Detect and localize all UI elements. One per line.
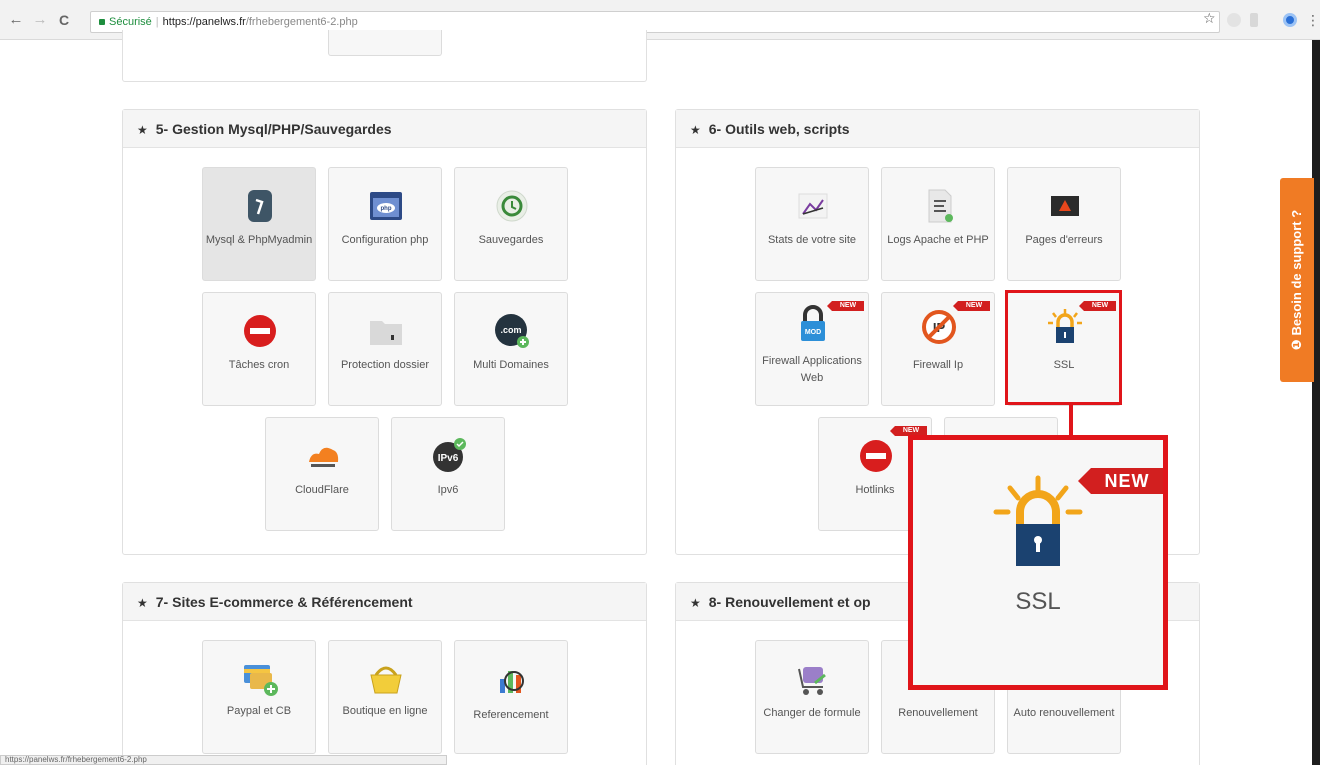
scrollbar[interactable] (1312, 40, 1320, 765)
tile-cloudflare[interactable]: CloudFlare (265, 417, 379, 531)
tile[interactable] (328, 30, 442, 56)
star-icon: ★ (690, 123, 701, 137)
url-host: https://panelws.fr (162, 16, 246, 28)
firewall-lock-icon: MOD (801, 305, 825, 341)
new-badge: NEW (827, 301, 864, 311)
tile-stats[interactable]: Stats de votre site (755, 167, 869, 281)
log-file-icon (928, 189, 953, 223)
forward-icon[interactable]: → (30, 10, 50, 30)
extension-icon[interactable] (1250, 13, 1258, 27)
status-bar: https://panelws.fr/frhebergement6-2.php (0, 755, 447, 765)
ipv6-icon: IPv6 (433, 438, 466, 472)
svg-text:MOD: MOD (805, 329, 821, 336)
folder-lock-icon (370, 321, 402, 345)
tile-multi-domaines[interactable]: .com Multi Domaines (454, 292, 568, 406)
ssl-label: SSL (1015, 588, 1061, 615)
back-icon[interactable]: ← (6, 10, 26, 30)
no-entry-icon (244, 315, 276, 347)
tile-sauvegardes[interactable]: Sauvegardes (454, 167, 568, 281)
php-window-icon: php (370, 192, 402, 220)
cart-icon (798, 667, 826, 695)
url-path: /frhebergement6-2.php (245, 16, 358, 28)
reload-icon[interactable]: C (54, 10, 74, 30)
bookmark-star-icon[interactable]: ☆ (1203, 10, 1216, 27)
section-ecommerce: ★ 7- Sites E-commerce & Référencement Pay… (122, 582, 647, 765)
tile-ipv6[interactable]: IPv6 Ipv6 (391, 417, 505, 531)
section-mysql: ★ 5- Gestion Mysql/PHP/Sauvegardes Mysql … (122, 109, 647, 555)
ip-blocked-icon: IP (922, 310, 956, 344)
section-title: ★ 5- Gestion Mysql/PHP/Sauvegardes (123, 110, 646, 148)
tile-taches-cron[interactable]: Tâches cron (202, 292, 316, 406)
no-entry-icon (860, 440, 892, 472)
tile-logs[interactable]: Logs Apache et PHP (881, 167, 995, 281)
tile-protection-dossier[interactable]: Protection dossier (328, 292, 442, 406)
section-title: ★ 6- Outils web, scripts (676, 110, 1199, 148)
tile-referencement[interactable]: Referencement (454, 640, 568, 754)
cloudflare-icon (309, 447, 339, 467)
tile-firewall-ip[interactable]: NEW IP Firewall Ip (881, 292, 995, 406)
warning-icon (1051, 196, 1079, 216)
callout-connector (1069, 405, 1073, 438)
info-icon: ❶ (1289, 339, 1304, 351)
tile-firewall-apps[interactable]: NEW MOD Firewall Applications Web (755, 292, 869, 406)
ssl-highlight-frame (1005, 290, 1122, 405)
support-label: Besoin de support ? (1289, 209, 1304, 336)
extension-icon[interactable] (1283, 13, 1297, 27)
tile-boutique[interactable]: Boutique en ligne (328, 640, 442, 754)
shopping-basket-icon (370, 666, 402, 694)
tile-changer-formule[interactable]: Changer de formule (755, 640, 869, 754)
svg-text:php: php (381, 206, 392, 212)
lock-icon (99, 19, 105, 25)
menu-icon[interactable]: ⋮ (1306, 10, 1320, 30)
star-icon: ★ (137, 123, 148, 137)
seo-chart-icon (500, 671, 524, 693)
previous-panel (122, 30, 647, 82)
dotcom-icon: .com (495, 314, 529, 348)
svg-text:.com: .com (500, 325, 521, 335)
ssl-lock-icon (993, 475, 1083, 566)
backup-icon (496, 190, 528, 222)
new-badge: NEW (1078, 468, 1163, 494)
payment-icon (244, 665, 278, 696)
extension-icon[interactable] (1227, 13, 1241, 27)
database-icon (248, 190, 272, 222)
ssl-zoom-callout[interactable]: NEW SSL (908, 435, 1168, 690)
security-label: Sécurisé (109, 16, 152, 28)
stats-icon (798, 193, 828, 219)
svg-text:IPv6: IPv6 (438, 453, 459, 464)
tile-paypal[interactable]: Paypal et CB (202, 640, 316, 754)
section-title: ★ 7- Sites E-commerce & Référencement (123, 583, 646, 621)
support-tab[interactable]: ❶ Besoin de support ? (1280, 178, 1314, 382)
tile-mysql[interactable]: Mysql & PhpMyadmin (202, 167, 316, 281)
star-icon: ★ (690, 596, 701, 610)
tile-pages-erreurs[interactable]: Pages d'erreurs (1007, 167, 1121, 281)
star-icon: ★ (137, 596, 148, 610)
new-badge: NEW (953, 301, 990, 311)
tile-config-php[interactable]: php Configuration php (328, 167, 442, 281)
